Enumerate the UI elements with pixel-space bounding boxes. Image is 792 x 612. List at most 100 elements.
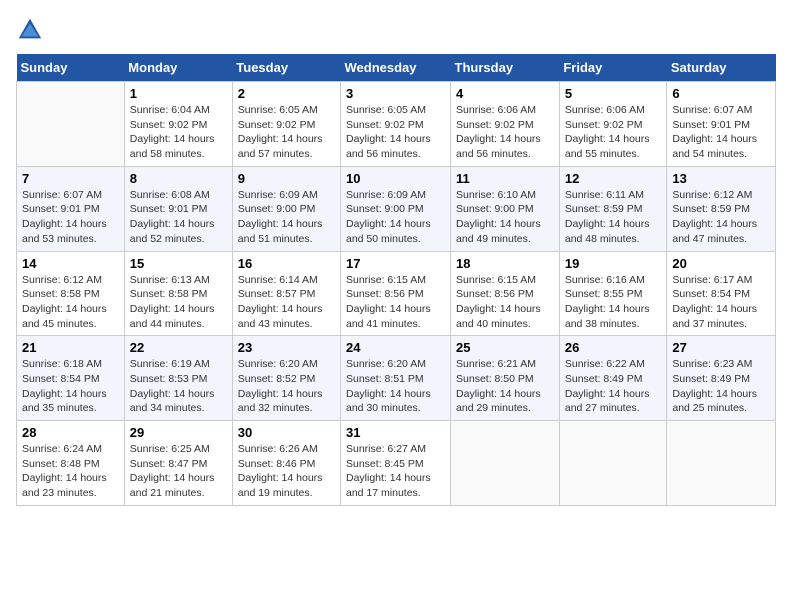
sunset-label: Sunset: 9:02 PM bbox=[346, 119, 424, 131]
sunrise-label: Sunrise: 6:16 AM bbox=[565, 274, 645, 286]
cell-info: Sunrise: 6:21 AM Sunset: 8:50 PM Dayligh… bbox=[456, 357, 554, 416]
daylight-label: Daylight: 14 hours and 32 minutes. bbox=[238, 388, 323, 415]
day-number: 16 bbox=[238, 256, 335, 271]
sunset-label: Sunset: 8:56 PM bbox=[456, 288, 534, 300]
daylight-label: Daylight: 14 hours and 54 minutes. bbox=[672, 133, 757, 160]
sunrise-label: Sunrise: 6:23 AM bbox=[672, 358, 752, 370]
sunrise-label: Sunrise: 6:12 AM bbox=[672, 189, 752, 201]
sunset-label: Sunset: 8:56 PM bbox=[346, 288, 424, 300]
daylight-label: Daylight: 14 hours and 49 minutes. bbox=[456, 218, 541, 245]
calendar-cell bbox=[559, 421, 667, 506]
day-number: 28 bbox=[22, 425, 119, 440]
calendar-cell: 29 Sunrise: 6:25 AM Sunset: 8:47 PM Dayl… bbox=[124, 421, 232, 506]
calendar-week-row: 21 Sunrise: 6:18 AM Sunset: 8:54 PM Dayl… bbox=[17, 336, 776, 421]
sunset-label: Sunset: 8:55 PM bbox=[565, 288, 643, 300]
day-number: 13 bbox=[672, 171, 770, 186]
daylight-label: Daylight: 14 hours and 17 minutes. bbox=[346, 472, 431, 499]
cell-info: Sunrise: 6:22 AM Sunset: 8:49 PM Dayligh… bbox=[565, 357, 662, 416]
weekday-header-cell: Friday bbox=[559, 54, 667, 82]
day-number: 1 bbox=[130, 86, 227, 101]
sunrise-label: Sunrise: 6:18 AM bbox=[22, 358, 102, 370]
day-number: 20 bbox=[672, 256, 770, 271]
sunrise-label: Sunrise: 6:11 AM bbox=[565, 189, 644, 201]
daylight-label: Daylight: 14 hours and 58 minutes. bbox=[130, 133, 215, 160]
calendar-cell: 31 Sunrise: 6:27 AM Sunset: 8:45 PM Dayl… bbox=[341, 421, 451, 506]
sunset-label: Sunset: 9:01 PM bbox=[672, 119, 750, 131]
daylight-label: Daylight: 14 hours and 56 minutes. bbox=[456, 133, 541, 160]
cell-info: Sunrise: 6:15 AM Sunset: 8:56 PM Dayligh… bbox=[456, 273, 554, 332]
calendar-week-row: 7 Sunrise: 6:07 AM Sunset: 9:01 PM Dayli… bbox=[17, 166, 776, 251]
sunrise-label: Sunrise: 6:25 AM bbox=[130, 443, 210, 455]
daylight-label: Daylight: 14 hours and 44 minutes. bbox=[130, 303, 215, 330]
sunrise-label: Sunrise: 6:14 AM bbox=[238, 274, 318, 286]
sunset-label: Sunset: 8:48 PM bbox=[22, 458, 100, 470]
day-number: 3 bbox=[346, 86, 445, 101]
daylight-label: Daylight: 14 hours and 45 minutes. bbox=[22, 303, 107, 330]
sunset-label: Sunset: 9:01 PM bbox=[130, 203, 208, 215]
cell-info: Sunrise: 6:10 AM Sunset: 9:00 PM Dayligh… bbox=[456, 188, 554, 247]
cell-info: Sunrise: 6:05 AM Sunset: 9:02 PM Dayligh… bbox=[238, 103, 335, 162]
sunrise-label: Sunrise: 6:12 AM bbox=[22, 274, 102, 286]
weekday-header-cell: Thursday bbox=[451, 54, 560, 82]
logo-icon bbox=[16, 16, 44, 44]
sunrise-label: Sunrise: 6:10 AM bbox=[456, 189, 536, 201]
cell-info: Sunrise: 6:27 AM Sunset: 8:45 PM Dayligh… bbox=[346, 442, 445, 501]
sunset-label: Sunset: 9:00 PM bbox=[346, 203, 424, 215]
calendar-cell: 12 Sunrise: 6:11 AM Sunset: 8:59 PM Dayl… bbox=[559, 166, 667, 251]
daylight-label: Daylight: 14 hours and 40 minutes. bbox=[456, 303, 541, 330]
weekday-header-cell: Saturday bbox=[667, 54, 776, 82]
day-number: 8 bbox=[130, 171, 227, 186]
calendar-cell: 21 Sunrise: 6:18 AM Sunset: 8:54 PM Dayl… bbox=[17, 336, 125, 421]
cell-info: Sunrise: 6:16 AM Sunset: 8:55 PM Dayligh… bbox=[565, 273, 662, 332]
sunrise-label: Sunrise: 6:22 AM bbox=[565, 358, 645, 370]
weekday-header-cell: Wednesday bbox=[341, 54, 451, 82]
sunset-label: Sunset: 8:59 PM bbox=[672, 203, 750, 215]
cell-info: Sunrise: 6:04 AM Sunset: 9:02 PM Dayligh… bbox=[130, 103, 227, 162]
sunrise-label: Sunrise: 6:06 AM bbox=[565, 104, 645, 116]
calendar-cell: 15 Sunrise: 6:13 AM Sunset: 8:58 PM Dayl… bbox=[124, 251, 232, 336]
calendar-cell: 13 Sunrise: 6:12 AM Sunset: 8:59 PM Dayl… bbox=[667, 166, 776, 251]
day-number: 18 bbox=[456, 256, 554, 271]
daylight-label: Daylight: 14 hours and 57 minutes. bbox=[238, 133, 323, 160]
daylight-label: Daylight: 14 hours and 56 minutes. bbox=[346, 133, 431, 160]
sunrise-label: Sunrise: 6:20 AM bbox=[238, 358, 318, 370]
day-number: 2 bbox=[238, 86, 335, 101]
daylight-label: Daylight: 14 hours and 34 minutes. bbox=[130, 388, 215, 415]
sunset-label: Sunset: 8:51 PM bbox=[346, 373, 424, 385]
calendar-cell: 26 Sunrise: 6:22 AM Sunset: 8:49 PM Dayl… bbox=[559, 336, 667, 421]
sunset-label: Sunset: 8:54 PM bbox=[22, 373, 100, 385]
calendar-cell: 19 Sunrise: 6:16 AM Sunset: 8:55 PM Dayl… bbox=[559, 251, 667, 336]
day-number: 15 bbox=[130, 256, 227, 271]
sunrise-label: Sunrise: 6:08 AM bbox=[130, 189, 210, 201]
daylight-label: Daylight: 14 hours and 41 minutes. bbox=[346, 303, 431, 330]
sunset-label: Sunset: 8:49 PM bbox=[672, 373, 750, 385]
sunrise-label: Sunrise: 6:06 AM bbox=[456, 104, 536, 116]
cell-info: Sunrise: 6:11 AM Sunset: 8:59 PM Dayligh… bbox=[565, 188, 662, 247]
day-number: 10 bbox=[346, 171, 445, 186]
cell-info: Sunrise: 6:12 AM Sunset: 8:59 PM Dayligh… bbox=[672, 188, 770, 247]
day-number: 14 bbox=[22, 256, 119, 271]
sunset-label: Sunset: 8:49 PM bbox=[565, 373, 643, 385]
daylight-label: Daylight: 14 hours and 43 minutes. bbox=[238, 303, 323, 330]
daylight-label: Daylight: 14 hours and 35 minutes. bbox=[22, 388, 107, 415]
calendar-cell: 20 Sunrise: 6:17 AM Sunset: 8:54 PM Dayl… bbox=[667, 251, 776, 336]
cell-info: Sunrise: 6:25 AM Sunset: 8:47 PM Dayligh… bbox=[130, 442, 227, 501]
day-number: 4 bbox=[456, 86, 554, 101]
sunrise-label: Sunrise: 6:15 AM bbox=[346, 274, 426, 286]
calendar-cell bbox=[17, 82, 125, 167]
sunset-label: Sunset: 8:47 PM bbox=[130, 458, 208, 470]
sunset-label: Sunset: 8:58 PM bbox=[130, 288, 208, 300]
sunrise-label: Sunrise: 6:09 AM bbox=[238, 189, 318, 201]
sunrise-label: Sunrise: 6:26 AM bbox=[238, 443, 318, 455]
calendar-week-row: 14 Sunrise: 6:12 AM Sunset: 8:58 PM Dayl… bbox=[17, 251, 776, 336]
sunset-label: Sunset: 8:59 PM bbox=[565, 203, 643, 215]
sunset-label: Sunset: 9:01 PM bbox=[22, 203, 100, 215]
sunrise-label: Sunrise: 6:17 AM bbox=[672, 274, 752, 286]
day-number: 12 bbox=[565, 171, 662, 186]
cell-info: Sunrise: 6:20 AM Sunset: 8:52 PM Dayligh… bbox=[238, 357, 335, 416]
sunrise-label: Sunrise: 6:19 AM bbox=[130, 358, 210, 370]
logo bbox=[16, 16, 48, 44]
sunrise-label: Sunrise: 6:07 AM bbox=[672, 104, 752, 116]
daylight-label: Daylight: 14 hours and 47 minutes. bbox=[672, 218, 757, 245]
cell-info: Sunrise: 6:12 AM Sunset: 8:58 PM Dayligh… bbox=[22, 273, 119, 332]
